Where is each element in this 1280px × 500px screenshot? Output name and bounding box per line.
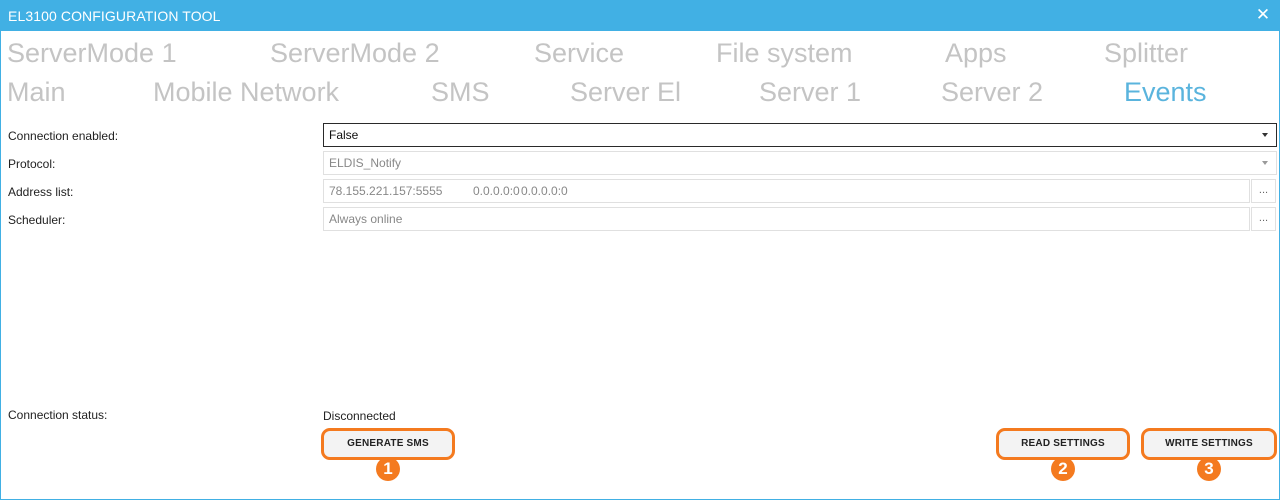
tab-server-1[interactable]: Server 1 [759,76,861,108]
tab-server-el[interactable]: Server El [570,76,681,108]
close-icon[interactable]: ✕ [1253,5,1273,25]
chevron-down-icon [1262,133,1268,137]
protocol-select[interactable]: ELDIS_Notify [323,151,1277,175]
app-window: EL3100 CONFIGURATION TOOL ✕ ServerMode 1… [0,0,1280,500]
connection-enabled-label: Connection enabled: [8,129,119,143]
address-list-value-1: 78.155.221.157:5555 [329,184,443,198]
connection-status-value: Disconnected [323,409,396,423]
chevron-down-icon [1262,161,1268,165]
tab-splitter[interactable]: Splitter [1104,37,1188,69]
address-list-field[interactable]: 78.155.221.157:5555 0.0.0.0:0 0.0.0.0:0 [323,179,1250,203]
connection-enabled-value: False [329,128,359,142]
tab-file-system[interactable]: File system [716,37,853,69]
tab-sms[interactable]: SMS [431,76,490,108]
write-settings-button[interactable]: WRITE SETTINGS [1141,428,1277,460]
tab-events[interactable]: Events [1124,76,1207,108]
tab-main[interactable]: Main [7,76,66,108]
scheduler-label: Scheduler: [8,213,66,227]
tab-mobile-network[interactable]: Mobile Network [153,76,339,108]
generate-sms-button[interactable]: GENERATE SMS [321,428,455,460]
connection-status-label: Connection status: [8,408,108,422]
step-badge-3: 3 [1197,457,1221,481]
connection-enabled-select[interactable]: False [323,123,1277,147]
title-bar: EL3100 CONFIGURATION TOOL ✕ [1,1,1279,31]
tab-servermode-1[interactable]: ServerMode 1 [7,37,177,69]
step-badge-1: 1 [376,457,400,481]
window-title: EL3100 CONFIGURATION TOOL [8,8,221,24]
address-list-value-2: 0.0.0.0:0 [473,184,520,198]
tab-apps[interactable]: Apps [945,37,1007,69]
address-list-label: Address list: [8,185,74,199]
scheduler-value: Always online [329,212,403,226]
scheduler-field[interactable]: Always online [323,207,1250,231]
tab-service[interactable]: Service [534,37,624,69]
scheduler-browse-button[interactable]: ... [1251,207,1276,231]
address-list-value-3: 0.0.0.0:0 [521,184,568,198]
protocol-label: Protocol: [8,157,56,171]
address-list-browse-button[interactable]: ... [1251,179,1276,203]
read-settings-button[interactable]: READ SETTINGS [996,428,1130,460]
step-badge-2: 2 [1051,457,1075,481]
tab-server-2[interactable]: Server 2 [941,76,1043,108]
protocol-value: ELDIS_Notify [329,156,402,170]
tab-servermode-2[interactable]: ServerMode 2 [270,37,440,69]
